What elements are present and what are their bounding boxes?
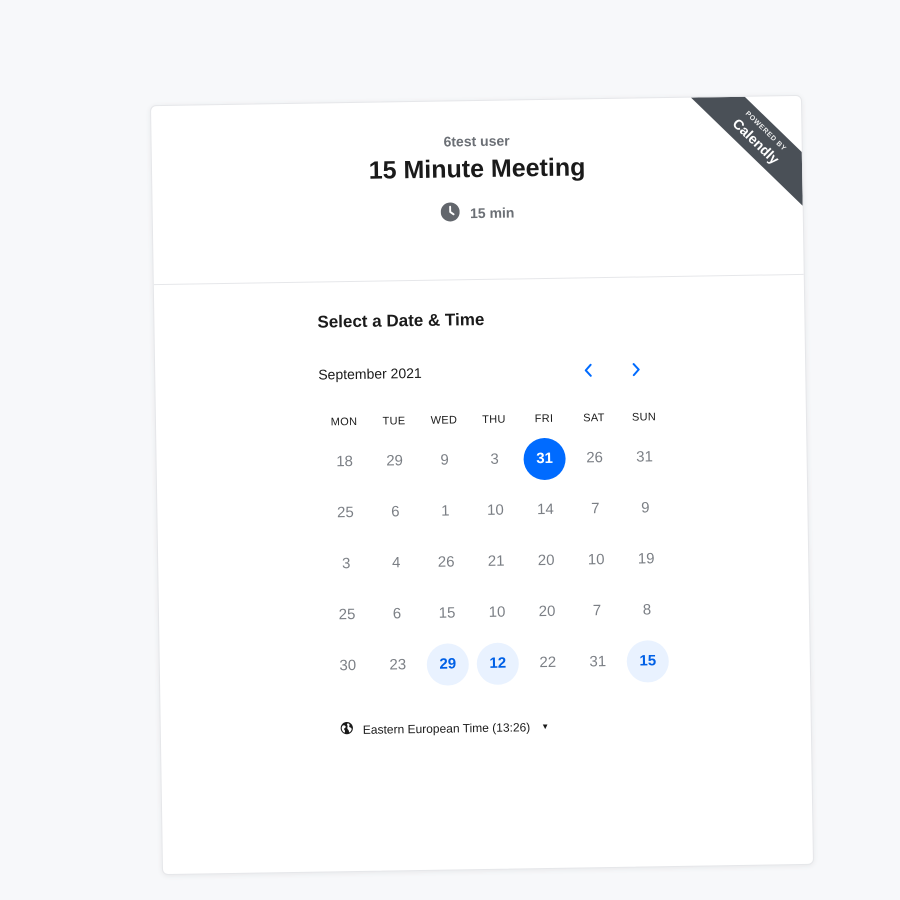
month-nav bbox=[576, 357, 648, 382]
booking-card: POWERED BY Calendly 6test user 15 Minute… bbox=[149, 94, 815, 876]
unavailable-date: 26 bbox=[437, 553, 455, 571]
month-label: September 2021 bbox=[318, 364, 422, 383]
unavailable-date: 7 bbox=[592, 602, 602, 620]
duration-label: 15 min bbox=[469, 204, 515, 222]
unavailable-date: 21 bbox=[487, 552, 505, 570]
unavailable-date: 30 bbox=[339, 656, 357, 675]
chevron-right-icon bbox=[632, 363, 640, 377]
unavailable-date: 20 bbox=[538, 602, 556, 621]
unavailable-date: 26 bbox=[586, 449, 604, 467]
unavailable-date: 31 bbox=[636, 448, 654, 466]
unavailable-date: 18 bbox=[336, 453, 354, 471]
weekday-header: MON TUE WED THU FRI SAT SUN bbox=[319, 411, 669, 428]
available-date[interactable]: 15 bbox=[626, 639, 670, 683]
calendly-badge[interactable]: POWERED BY Calendly bbox=[690, 95, 803, 207]
unavailable-date: 29 bbox=[386, 452, 404, 470]
unavailable-date: 20 bbox=[537, 551, 555, 570]
calendar-week-row: 30 23 29 12 22 31 15 bbox=[322, 635, 673, 691]
chevron-left-icon bbox=[584, 363, 592, 377]
unavailable-date: 1 bbox=[441, 502, 450, 520]
unavailable-date: 25 bbox=[336, 504, 354, 522]
unavailable-date: 25 bbox=[338, 606, 356, 624]
weekday-label: FRI bbox=[534, 412, 554, 426]
weekday-label: SAT bbox=[583, 412, 605, 425]
calendar-week-row: 18 29 9 3 31 26 31 bbox=[319, 431, 670, 487]
unavailable-date: 10 bbox=[486, 501, 504, 519]
unavailable-date: 22 bbox=[539, 653, 557, 672]
previous-month-button[interactable] bbox=[576, 358, 600, 382]
available-date[interactable]: 12 bbox=[476, 641, 520, 685]
powered-by-ribbon[interactable]: POWERED BY Calendly bbox=[690, 95, 803, 208]
unavailable-date: 23 bbox=[389, 656, 407, 674]
unavailable-date: 31 bbox=[589, 653, 607, 671]
calendar-week-row: 3 4 26 21 20 10 19 bbox=[321, 533, 672, 589]
clock-icon bbox=[441, 202, 461, 224]
available-date[interactable]: 29 bbox=[426, 642, 470, 686]
weekday-label: SUN bbox=[631, 411, 657, 424]
timezone-label: Eastern European Time (13:26) bbox=[362, 719, 531, 737]
weekday-label: MON bbox=[330, 415, 358, 429]
unavailable-date: 3 bbox=[490, 450, 499, 468]
unavailable-date: 15 bbox=[438, 604, 456, 622]
weekday-label: TUE bbox=[382, 415, 406, 428]
month-header: September 2021 bbox=[318, 357, 648, 386]
unavailable-date: 10 bbox=[587, 551, 605, 569]
caret-down-icon: ▼ bbox=[541, 721, 550, 732]
unavailable-date: 4 bbox=[391, 554, 401, 572]
calendar-section: Select a Date & Time September 2021 MON … bbox=[154, 275, 811, 741]
selected-date[interactable]: 31 bbox=[523, 437, 566, 480]
unavailable-date: 7 bbox=[591, 500, 600, 518]
unavailable-date: 9 bbox=[440, 451, 449, 469]
unavailable-date: 6 bbox=[391, 503, 400, 521]
unavailable-date: 3 bbox=[341, 555, 351, 573]
unavailable-date: 19 bbox=[637, 550, 655, 568]
weekday-label: THU bbox=[482, 413, 506, 426]
timezone-selector[interactable]: Eastern European Time (13:26) ▼ bbox=[340, 714, 811, 738]
unavailable-date: 9 bbox=[641, 499, 650, 517]
unavailable-date: 8 bbox=[642, 601, 652, 619]
section-title: Select a Date & Time bbox=[317, 309, 485, 332]
unavailable-date: 10 bbox=[488, 603, 506, 621]
globe-icon bbox=[340, 721, 354, 738]
weekday-label: WED bbox=[430, 414, 458, 427]
calendar-week-row: 25 6 1 10 14 7 9 bbox=[320, 482, 671, 538]
next-month-button[interactable] bbox=[624, 357, 648, 381]
unavailable-date: 14 bbox=[536, 500, 554, 519]
unavailable-date: 6 bbox=[392, 605, 402, 623]
calendar-grid: 18 29 9 3 31 26 31 25 6 1 10 14 7 9 3 4 26 21 20 10 19 25 6 15 1… bbox=[319, 429, 810, 692]
calendar-week-row: 25 6 15 10 20 7 8 bbox=[322, 584, 673, 640]
